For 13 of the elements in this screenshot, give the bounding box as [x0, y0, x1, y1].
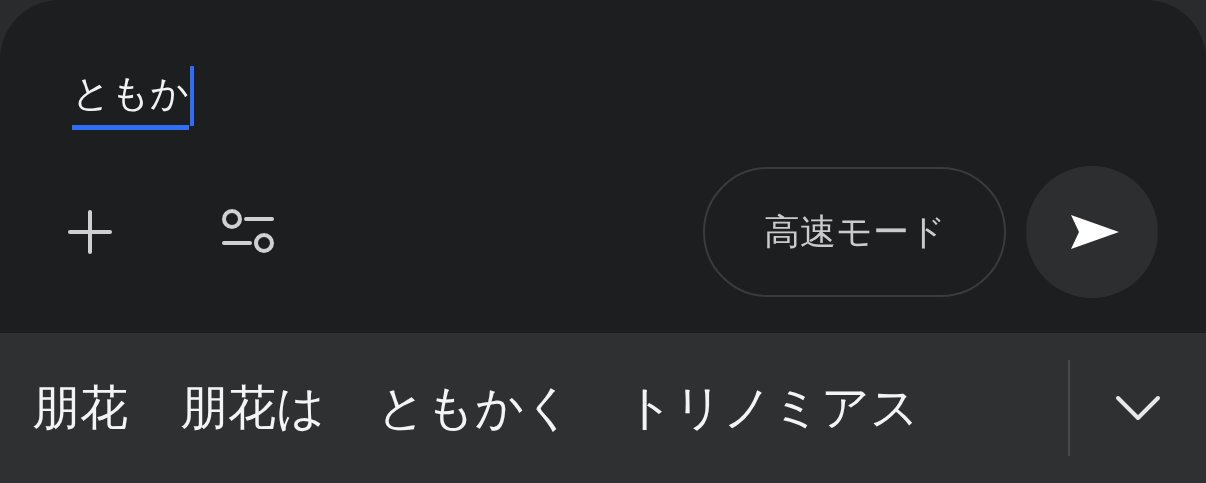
- candidate-word[interactable]: 朋花: [20, 376, 128, 440]
- candidate-word[interactable]: 朋花は: [168, 376, 325, 440]
- chevron-down-icon: [1114, 394, 1162, 422]
- candidate-word[interactable]: ともかく: [365, 376, 573, 440]
- send-icon: [1069, 213, 1121, 251]
- text-caret: [190, 66, 194, 126]
- expand-button[interactable]: [1114, 394, 1162, 422]
- candidate-word[interactable]: トリノミアス: [613, 376, 919, 440]
- add-button[interactable]: [66, 208, 114, 256]
- plus-icon: [66, 208, 114, 256]
- mode-button[interactable]: 高速モード: [703, 167, 1006, 297]
- sliders-icon: [220, 208, 276, 256]
- settings-button[interactable]: [220, 208, 276, 256]
